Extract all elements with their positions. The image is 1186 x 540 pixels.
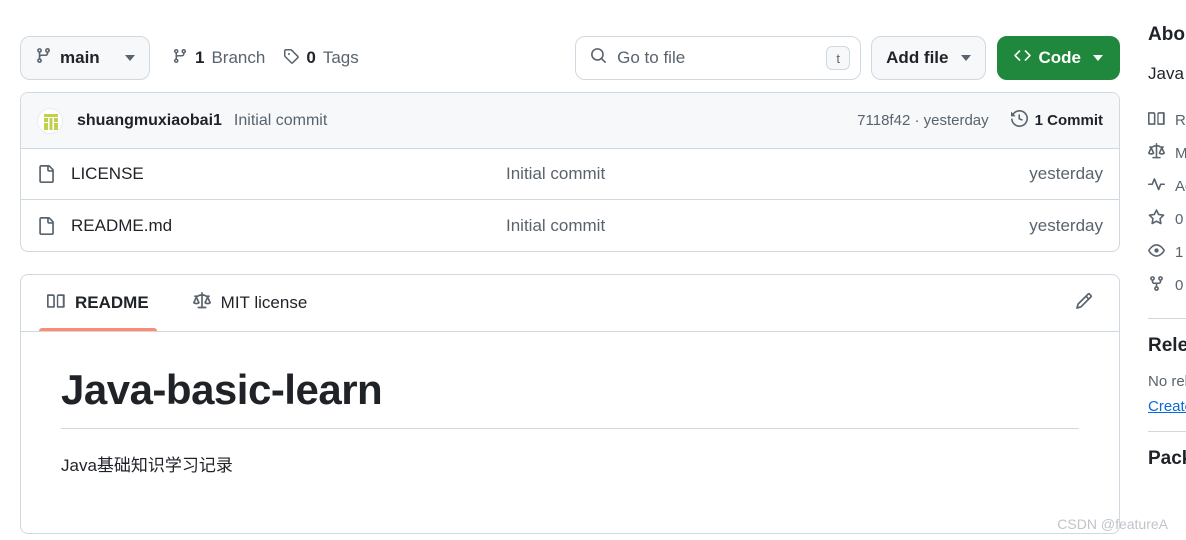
search-icon xyxy=(590,47,607,69)
file-list-container: shuangmuxiaobai1 Initial commit 7118f42 … xyxy=(20,92,1120,252)
about-title: About xyxy=(1148,24,1186,45)
chevron-down-icon xyxy=(125,55,135,61)
repo-sidebar: About Java Readme MIT license Activity 0 xyxy=(1140,0,1186,540)
chevron-down-icon xyxy=(960,55,971,61)
tag-word: Tags xyxy=(322,48,359,67)
commit-meta: 7118f42 · yesterday 1 Commit xyxy=(857,109,1103,131)
sidebar-item-label: MIT license xyxy=(1175,145,1186,162)
file-name[interactable]: LICENSE xyxy=(71,164,144,184)
commit-message[interactable]: Initial commit xyxy=(234,112,327,130)
table-row[interactable]: README.md Initial commit yesterday xyxy=(21,200,1119,251)
file-commit-message[interactable]: Initial commit xyxy=(506,164,605,184)
branch-icon xyxy=(35,47,52,69)
repo-toolbar: main 1 Branch 0 Tags Go to file t Add fi… xyxy=(20,0,1140,92)
readme-card: README MIT license Java-basic-learn Java… xyxy=(20,274,1120,534)
releases-title: Releases xyxy=(1148,335,1186,356)
readme-content: Java-basic-learn Java基础知识学习记录 xyxy=(21,332,1119,476)
commit-count-link[interactable]: 1 Commit xyxy=(1010,109,1103,131)
tab-readme[interactable]: README xyxy=(39,275,157,331)
star-icon xyxy=(1148,209,1165,230)
activity-icon xyxy=(1148,176,1165,197)
sidebar-item-activity[interactable]: Activity xyxy=(1148,170,1186,203)
file-name[interactable]: README.md xyxy=(71,216,172,236)
sidebar-item-license[interactable]: MIT license xyxy=(1148,137,1186,170)
main-column: main 1 Branch 0 Tags Go to file t Add fi… xyxy=(0,0,1140,540)
search-input[interactable]: Go to file xyxy=(617,48,816,68)
branch-count: 1 xyxy=(195,48,205,67)
commit-count-label: 1 Commit xyxy=(1034,112,1103,129)
sidebar-item-label: 0 stars xyxy=(1175,211,1186,228)
file-modified-time: yesterday xyxy=(1029,215,1103,235)
sidebar-divider xyxy=(1148,431,1186,432)
sidebar-item-label: Readme xyxy=(1175,112,1186,129)
go-to-file-search[interactable]: Go to file t xyxy=(575,36,862,80)
scales-icon xyxy=(1148,143,1165,164)
search-shortcut-key: t xyxy=(826,46,851,70)
tab-readme-label: README xyxy=(75,293,149,312)
eye-icon xyxy=(1148,242,1165,263)
sidebar-item-label: Activity xyxy=(1175,178,1186,195)
branch-selector-button[interactable]: main xyxy=(20,36,150,80)
sidebar-item-watching[interactable]: 1 watching xyxy=(1148,236,1186,269)
repository-page: main 1 Branch 0 Tags Go to file t Add fi… xyxy=(0,0,1186,540)
readme-heading: Java-basic-learn xyxy=(61,366,1079,429)
commit-author[interactable]: shuangmuxiaobai1 xyxy=(77,112,222,130)
sidebar-item-forks[interactable]: 0 forks xyxy=(1148,269,1186,302)
add-file-label: Add file xyxy=(886,48,949,67)
sidebar-divider xyxy=(1148,318,1186,319)
sidebar-item-label: 0 forks xyxy=(1175,277,1186,294)
repo-description: Java xyxy=(1148,64,1184,83)
avatar[interactable] xyxy=(37,107,63,134)
scales-icon xyxy=(192,291,211,315)
sidebar-item-label: 1 watching xyxy=(1175,244,1186,261)
readme-tabs: README MIT license xyxy=(21,275,1119,332)
edit-readme-button[interactable] xyxy=(1067,286,1101,320)
branches-link[interactable]: 1 Branch xyxy=(172,48,265,69)
fork-icon xyxy=(1148,275,1165,296)
table-row[interactable]: LICENSE Initial commit yesterday xyxy=(21,149,1119,200)
pencil-icon xyxy=(1075,292,1093,315)
chevron-down-icon xyxy=(1093,55,1103,61)
sidebar-item-stars[interactable]: 0 stars xyxy=(1148,203,1186,236)
code-brackets-icon xyxy=(1013,47,1031,69)
releases-empty-note: No releases published xyxy=(1148,373,1186,390)
branch-icon xyxy=(172,48,188,69)
readme-paragraph: Java基础知识学习记录 xyxy=(61,456,233,475)
tag-count: 0 xyxy=(306,48,316,67)
file-icon xyxy=(37,165,55,183)
book-icon xyxy=(47,292,65,315)
tags-link[interactable]: 0 Tags xyxy=(283,48,359,69)
repo-meta-links: 1 Branch 0 Tags xyxy=(172,48,359,69)
history-clock-icon xyxy=(1010,109,1028,131)
book-icon xyxy=(1148,110,1165,131)
file-commit-message[interactable]: Initial commit xyxy=(506,216,605,236)
file-icon xyxy=(37,216,55,235)
code-button[interactable]: Code xyxy=(996,36,1120,80)
branch-name-label: main xyxy=(60,48,100,67)
tag-icon xyxy=(283,48,300,69)
sidebar-item-readme[interactable]: Readme xyxy=(1148,104,1186,137)
create-release-link[interactable]: Create a new release xyxy=(1148,398,1186,415)
packages-title: Packages xyxy=(1148,448,1186,469)
file-modified-time: yesterday xyxy=(1029,164,1103,183)
tab-license[interactable]: MIT license xyxy=(185,275,316,331)
code-label: Code xyxy=(1038,48,1082,67)
latest-commit-row: shuangmuxiaobai1 Initial commit 7118f42 … xyxy=(21,93,1119,149)
branch-word: Branch xyxy=(211,48,266,67)
commit-sha-time[interactable]: 7118f42 · yesterday xyxy=(857,112,988,129)
tab-license-label: MIT license xyxy=(220,293,308,312)
add-file-button[interactable]: Add file xyxy=(871,36,986,80)
